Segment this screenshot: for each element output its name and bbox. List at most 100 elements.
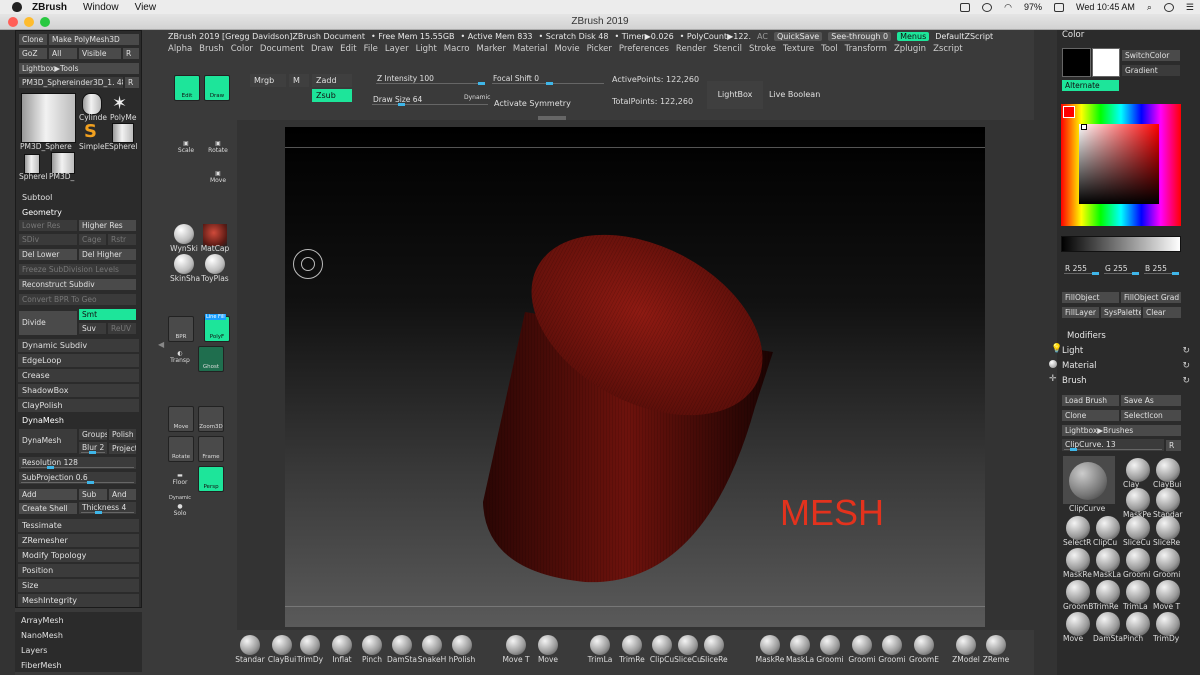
tool-r-button[interactable]: R	[125, 77, 139, 88]
brush-thumb-18[interactable]	[1096, 612, 1120, 636]
crease-row[interactable]: Crease	[18, 369, 139, 382]
smt-toggle[interactable]: Smt	[79, 309, 136, 320]
position-row[interactable]: Position	[18, 564, 139, 577]
brush-thumb-2[interactable]	[1156, 458, 1180, 482]
modify-topology-row[interactable]: Modify Topology	[18, 549, 139, 562]
all-button[interactable]: All	[49, 48, 77, 59]
persp-button[interactable]: Persp	[198, 466, 224, 492]
move-view-button[interactable]: Move	[168, 406, 194, 432]
polish-toggle[interactable]: Polish	[109, 429, 136, 440]
monitor-icon[interactable]	[960, 2, 971, 12]
menu-stroke[interactable]: Stroke	[749, 44, 776, 57]
sdiv-slider[interactable]: SDiv	[19, 234, 77, 245]
menu-tool[interactable]: Tool	[821, 44, 838, 57]
move-button[interactable]: ▣ Move	[206, 170, 230, 184]
dynamesh-header[interactable]: DynaMesh	[18, 414, 139, 427]
gradient-bar[interactable]	[1061, 236, 1181, 252]
tool-thumb-current[interactable]	[21, 93, 76, 143]
dynamic-toggle[interactable]: Dynamic	[464, 94, 490, 101]
rotate-button[interactable]: ▣ Rotate	[206, 140, 230, 154]
brush-thumb-17[interactable]	[1066, 612, 1090, 636]
menu-draw[interactable]: Draw	[311, 44, 333, 57]
make-polymesh-button[interactable]: Make PolyMesh3D	[49, 34, 139, 45]
menu-transform[interactable]: Transform	[845, 44, 887, 57]
shelf-brush-17[interactable]: Groomi	[814, 633, 844, 673]
apple-icon[interactable]	[12, 2, 22, 12]
menu-color[interactable]: Color	[231, 44, 253, 57]
brush-thumb-4[interactable]	[1156, 488, 1180, 512]
save-as-button[interactable]: Save As	[1121, 395, 1181, 406]
transp-button[interactable]: ◐ Transp	[168, 350, 192, 364]
document-canvas[interactable]: MESH	[285, 127, 985, 627]
edgeloop-row[interactable]: EdgeLoop	[18, 354, 139, 367]
menu-window[interactable]: Window	[83, 2, 119, 13]
material-skinshade-swatch[interactable]	[174, 254, 194, 274]
material-toyplastic-swatch[interactable]	[205, 254, 225, 274]
brush-reset-icon[interactable]: ↻	[1182, 376, 1190, 386]
menu-picker[interactable]: Picker	[587, 44, 612, 57]
brush-clone-button[interactable]: Clone	[1062, 410, 1119, 421]
fibermesh-row[interactable]: FiberMesh	[17, 659, 138, 672]
clone-button[interactable]: Clone	[19, 34, 47, 45]
shelf-brush-10[interactable]: TrimLa	[584, 633, 614, 673]
frame-button[interactable]: Frame	[198, 436, 224, 462]
current-tool-name[interactable]: PM3D_Sphereinder3D_1. 48	[19, 77, 123, 88]
subprojection-slider[interactable]: SubProjection 0.6	[19, 472, 136, 484]
load-brush-button[interactable]: Load Brush	[1062, 395, 1119, 406]
create-shell-button[interactable]: Create Shell	[19, 503, 77, 514]
menu-marker[interactable]: Marker	[477, 44, 506, 57]
menu-macro[interactable]: Macro	[444, 44, 470, 57]
main-color-swatch[interactable]	[1062, 48, 1091, 77]
z-intensity-slider[interactable]: Z Intensity 100	[374, 73, 485, 85]
sphere-thumb-1[interactable]	[112, 123, 134, 143]
shelf-brush-2[interactable]: TrimDy	[294, 633, 324, 673]
brush-r-button[interactable]: R	[1166, 440, 1181, 451]
solo-button[interactable]: ● Solo	[168, 503, 192, 517]
color-header[interactable]: Color	[1062, 30, 1084, 40]
shelf-brush-6[interactable]: SnakeH	[416, 633, 446, 673]
hue-picker[interactable]	[1063, 106, 1075, 118]
brush-thumb-11[interactable]	[1126, 548, 1150, 572]
brush-thumb-14[interactable]	[1096, 580, 1120, 604]
menu-movie[interactable]: Movie	[554, 44, 579, 57]
geometry-header[interactable]: Geometry	[18, 206, 139, 219]
brush-thumb-16[interactable]	[1156, 580, 1180, 604]
menu-stencil[interactable]: Stencil	[713, 44, 742, 57]
project-toggle[interactable]: Project	[109, 443, 136, 454]
brush-thumb-7[interactable]	[1126, 516, 1150, 540]
syspalette-button[interactable]: SysPalette	[1101, 307, 1141, 318]
ghost-button[interactable]: Ghost	[198, 346, 224, 372]
brush-thumb-3[interactable]	[1126, 488, 1150, 512]
green-slider[interactable]: G 255	[1102, 263, 1140, 275]
color-picker[interactable]	[1081, 124, 1087, 130]
brush-thumb-20[interactable]	[1156, 612, 1180, 636]
clear-button[interactable]: Clear	[1143, 307, 1181, 318]
brush-thumb-15[interactable]	[1126, 580, 1150, 604]
see-through-slider[interactable]: See-through 0	[828, 32, 892, 41]
reuv-button[interactable]: ReUV	[108, 323, 136, 334]
layers-row[interactable]: Layers	[17, 644, 138, 657]
gradient-toggle[interactable]: Gradient	[1122, 65, 1180, 76]
focal-shift-slider[interactable]: Focal Shift 0	[490, 73, 606, 85]
clipcurve-slider[interactable]: ClipCurve. 13	[1062, 439, 1164, 451]
menu-view[interactable]: View	[135, 2, 157, 13]
reconstruct-subdiv-button[interactable]: Reconstruct Subdiv	[19, 279, 136, 290]
shelf-brush-3[interactable]: Inflat	[326, 633, 356, 673]
menu-material[interactable]: Material	[513, 44, 548, 57]
brush-thumb-19[interactable]	[1126, 612, 1150, 636]
red-slider[interactable]: R 255	[1062, 263, 1100, 275]
zsub-button[interactable]: Zsub	[312, 89, 352, 102]
secondary-color-swatch[interactable]	[1092, 48, 1120, 77]
polymesh-star-icon[interactable]: ✶	[112, 93, 127, 114]
higher-res-button[interactable]: Higher Res	[79, 220, 136, 231]
size-row[interactable]: Size	[18, 579, 139, 592]
shelf-brush-11[interactable]: TrimRe	[616, 633, 646, 673]
shelf-brush-16[interactable]: MaskLa	[784, 633, 814, 673]
subtool-header[interactable]: Subtool	[18, 191, 139, 204]
rotate-view-button[interactable]: Rotate	[168, 436, 194, 462]
menubar-clock[interactable]: Wed 10:45 AM	[1076, 2, 1135, 12]
menu-alpha[interactable]: Alpha	[168, 44, 192, 57]
battery-icon[interactable]	[1054, 2, 1064, 12]
shelf-brush-19[interactable]: Groomi	[876, 633, 906, 673]
zoom3d-button[interactable]: Zoom3D	[198, 406, 224, 432]
